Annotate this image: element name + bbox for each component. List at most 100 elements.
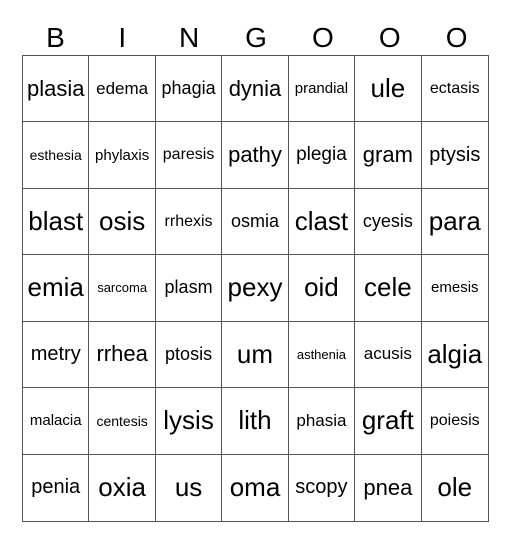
bingo-cell[interactable]: paresis [155,122,223,189]
cell-term: dynia [228,75,282,101]
bingo-cell[interactable]: oma [222,454,289,521]
bingo-header: B I N G O O O [22,20,490,56]
bingo-cell[interactable]: rrhexis [155,188,223,256]
cell-term: scopy [295,476,348,499]
bingo-cell[interactable]: osis [89,188,156,256]
cell-term: blast [28,206,84,237]
bingo-cell[interactable]: phylaxis [89,122,156,189]
cell-term: acusis [363,344,412,364]
cell-term: poiesis [429,411,480,429]
bingo-cell[interactable]: plasm [155,255,223,322]
cell-term: esthesia [29,147,82,164]
bingo-cell[interactable]: ectasis [421,56,488,123]
bingo-cell[interactable]: pnea [355,454,422,521]
bingo-cell[interactable]: phasia [288,388,356,455]
bingo-cell[interactable]: us [156,454,223,521]
bingo-cell[interactable]: phagia [155,56,223,123]
cell-term: penia [31,476,81,499]
cell-term: pnea [363,474,413,500]
bingo-cell[interactable]: centesis [89,388,156,455]
bingo-cell[interactable]: poiesis [421,388,488,455]
bingo-cell[interactable]: edema [89,56,156,123]
bingo-cell[interactable]: lysis [155,388,223,455]
bingo-cell[interactable]: plegia [288,122,356,189]
cell-term: pathy [228,142,282,168]
cell-term: oma [229,472,281,503]
header-letter: O [445,22,468,53]
bingo-cell[interactable]: emia [23,255,90,322]
cell-term: centesis [96,412,148,429]
header-letter: I [118,22,127,53]
cell-term: lith [238,405,272,436]
bingo-cell[interactable]: gram [355,122,422,189]
cell-term: asthenia [296,346,346,362]
cell-term: plasm [164,277,213,298]
bingo-grid: plasia edema phagia dynia prandial ule ectasis… [22,55,489,522]
cell-term: metry [30,342,81,365]
cell-term: phasia [296,410,347,430]
cell-term: ptysis [429,143,481,166]
bingo-cell[interactable]: acusis [355,321,422,389]
bingo-cell[interactable]: ptosis [155,321,223,389]
bingo-cell[interactable]: penia [23,454,90,521]
bingo-cell[interactable]: pexy [222,255,289,322]
cell-term: ptosis [165,343,213,364]
bingo-cell[interactable]: ptysis [421,122,488,189]
bingo-cell[interactable]: clast [288,188,356,256]
cell-term: edema [96,78,149,98]
cell-term: algia [427,338,483,369]
cell-term: pexy [227,272,283,303]
bingo-cell[interactable]: dynia [222,56,289,123]
bingo-cell[interactable]: ole [422,455,488,521]
cell-term: cele [364,272,412,303]
bingo-cell[interactable]: cele [355,255,422,322]
bingo-cell[interactable]: blast [23,188,90,256]
cell-term: sarcoma [97,280,148,296]
cell-term: prandial [294,80,349,98]
cell-term: plasia [26,75,85,101]
header-letter: N [179,22,200,53]
cell-term: emesis [431,279,479,297]
bingo-cell[interactable]: plasia [23,56,90,123]
bingo-cell[interactable]: prandial [288,56,356,123]
cell-term: graft [361,405,414,436]
bingo-cell[interactable]: rrhea [89,321,156,389]
cell-term: para [428,206,481,237]
header-letter: G [245,22,267,53]
cell-term: plegia [296,144,347,166]
bingo-cell[interactable]: sarcoma [89,255,156,322]
bingo-cell[interactable]: oid [288,255,356,322]
bingo-cell[interactable]: algia [421,322,488,389]
bingo-cell[interactable]: metry [23,321,90,389]
cell-term: ule [370,73,406,104]
bingo-cell[interactable]: pathy [222,122,289,189]
bingo-cell[interactable]: ule [355,56,422,123]
cell-term: oid [304,272,339,303]
header-letter: B [46,22,65,53]
header-letter: O [311,22,334,53]
cell-term: um [236,338,274,369]
cell-term: paresis [162,146,215,164]
cell-term: ectasis [429,79,480,97]
bingo-cell[interactable]: oxia [89,454,156,521]
bingo-cell[interactable]: graft [355,388,422,455]
cell-term: osmia [230,211,279,232]
bingo-cell[interactable]: emesis [421,255,488,322]
cell-term: emia [27,272,84,303]
cell-term: lysis [163,405,214,436]
cell-term: phylaxis [95,146,150,164]
cell-term: malacia [29,412,82,430]
bingo-cell[interactable]: cyesis [355,188,422,256]
bingo-cell[interactable]: asthenia [288,321,356,389]
bingo-cell[interactable]: lith [222,388,289,455]
cell-term: osis [99,206,146,237]
cell-term: cyesis [362,211,413,232]
bingo-cell[interactable]: esthesia [23,122,90,189]
bingo-cell[interactable]: osmia [222,188,289,256]
header-letter: O [378,22,401,53]
bingo-cell[interactable]: malacia [23,388,90,455]
cell-term: gram [362,142,413,168]
bingo-cell[interactable]: um [222,321,289,389]
bingo-cell[interactable]: para [421,189,488,256]
bingo-cell[interactable]: scopy [289,454,356,521]
